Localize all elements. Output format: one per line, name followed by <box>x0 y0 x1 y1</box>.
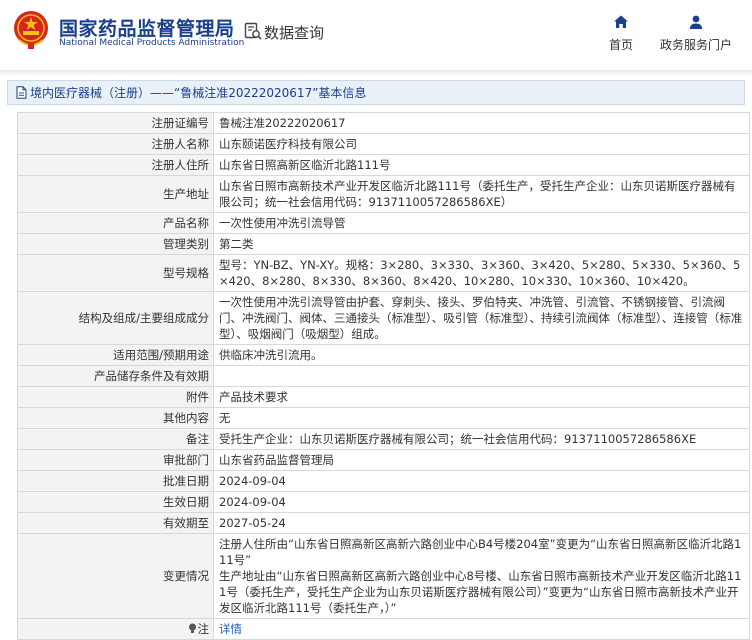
table-row: 附件 产品技术要求 <box>17 386 750 408</box>
table-row: 审批部门 山东省药品监督管理局 <box>17 449 750 471</box>
table-row: 注 详情 <box>17 618 750 640</box>
field-label: 变更情况 <box>17 533 214 619</box>
field-label: 结构及组成/主要组成成分 <box>17 291 214 345</box>
field-value: 一次性使用冲洗引流导管 <box>213 212 750 234</box>
change-history-value: 注册人住所由“山东省日照高新区高新六路创业中心B4号楼204室”变更为“山东省日… <box>213 533 750 619</box>
field-value: 2027-05-24 <box>213 512 750 534</box>
table-row: 批准日期 2024-09-04 <box>17 470 750 492</box>
table-row: 注册人名称 山东颐诺医疗科技有限公司 <box>17 133 750 155</box>
table-row: 生产地址 山东省日照市高新技术产业开发区临沂北路111号（委托生产，受托生产企业… <box>17 175 750 213</box>
field-value: 供临床冲洗引流用。 <box>213 344 750 366</box>
table-row: 产品储存条件及有效期 <box>17 365 750 387</box>
field-value: 产品技术要求 <box>213 386 750 408</box>
field-value: 2024-09-04 <box>213 491 750 513</box>
table-row: 管理类别 第二类 <box>17 233 750 255</box>
field-value: 第二类 <box>213 233 750 255</box>
field-label: 产品名称 <box>17 212 214 234</box>
table-row: 备注 受托生产企业：山东贝诺斯医疗器械有限公司；统一社会信用代码：9137110… <box>17 428 750 450</box>
field-label: 有效期至 <box>17 512 214 534</box>
field-value: 2024-09-04 <box>213 470 750 492</box>
field-label: 附件 <box>17 386 214 408</box>
field-label: 注册证编号 <box>17 112 214 134</box>
registration-detail-table: 注册证编号 鲁械注准20222020617 注册人名称 山东颐诺医疗科技有限公司… <box>17 112 750 640</box>
field-label: 审批部门 <box>17 449 214 471</box>
field-label: 产品储存条件及有效期 <box>17 365 214 387</box>
field-label: 适用范围/预期用途 <box>17 344 214 366</box>
national-emblem-icon <box>14 11 48 49</box>
table-row: 生效日期 2024-09-04 <box>17 491 750 513</box>
field-value: 型号：YN-BZ、YN-XY。规格：3×280、3×330、3×360、3×42… <box>213 254 750 292</box>
table-row: 产品名称 一次性使用冲洗引流导管 <box>17 212 750 234</box>
field-value: 山东省药品监督管理局 <box>213 449 750 471</box>
table-row: 结构及组成/主要组成成分 一次性使用冲洗引流导管由护套、穿刺头、接头、罗伯特夹、… <box>17 291 750 345</box>
field-label: 其他内容 <box>17 407 214 429</box>
table-row: 其他内容 无 <box>17 407 750 429</box>
field-value: 山东颐诺医疗科技有限公司 <box>213 133 750 155</box>
field-value: 详情 <box>213 618 750 640</box>
table-row: 注册证编号 鲁械注准20222020617 <box>17 112 750 134</box>
field-value <box>213 365 750 387</box>
header-divider <box>0 70 752 76</box>
table-row: 有效期至 2027-05-24 <box>17 512 750 534</box>
field-label: 批准日期 <box>17 470 214 492</box>
user-icon <box>689 15 703 29</box>
home-icon <box>614 15 628 28</box>
field-label: 备注 <box>17 428 214 450</box>
nav-home[interactable]: 首页 <box>604 14 638 53</box>
document-icon <box>16 86 27 99</box>
breadcrumb-text: 境内医疗器械（注册）——“鲁械注准20222020617”基本信息 <box>30 86 367 100</box>
details-link[interactable]: 详情 <box>219 622 242 636</box>
table-row: 变更情况 注册人住所由“山东省日照高新区高新六路创业中心B4号楼204室”变更为… <box>17 533 750 619</box>
field-label: 型号规格 <box>17 254 214 292</box>
field-label: 注册人住所 <box>17 154 214 176</box>
note-label: 注 <box>197 622 210 636</box>
table-row: 型号规格 型号：YN-BZ、YN-XY。规格：3×280、3×330、3×360… <box>17 254 750 292</box>
field-label: 生产地址 <box>17 175 214 213</box>
nav-gov-service[interactable]: 政务服务门户 <box>656 14 736 53</box>
table-row: 注册人住所 山东省日照高新区临沂北路111号 <box>17 154 750 176</box>
nav-home-label: 首页 <box>608 38 633 52</box>
field-value: 鲁械注准20222020617 <box>213 112 750 134</box>
field-value: 一次性使用冲洗引流导管由护套、穿刺头、接头、罗伯特夹、冲洗管、引流管、不锈钢接管… <box>213 291 750 345</box>
field-value: 山东省日照高新区临沂北路111号 <box>213 154 750 176</box>
table-row: 适用范围/预期用途 供临床冲洗引流用。 <box>17 344 750 366</box>
data-query-label[interactable]: 数据查询 <box>264 22 324 43</box>
site-title-cn: 国家药品监督管理局 <box>59 18 235 40</box>
field-value: 受托生产企业：山东贝诺斯医疗器械有限公司；统一社会信用代码：9137110057… <box>213 428 750 450</box>
site-title-en: National Medical Products Administration <box>59 38 245 48</box>
data-query-icon <box>244 22 262 40</box>
field-label: 注册人名称 <box>17 133 214 155</box>
field-value: 无 <box>213 407 750 429</box>
lightbulb-icon <box>188 623 196 633</box>
nav-gov-service-label: 政务服务门户 <box>659 38 732 52</box>
field-label: 注 <box>17 618 214 640</box>
breadcrumb: 境内医疗器械（注册）——“鲁械注准20222020617”基本信息 <box>7 80 745 105</box>
site-header: 国家药品监督管理局 National Medical Products Admi… <box>0 0 752 72</box>
field-label: 管理类别 <box>17 233 214 255</box>
field-label: 生效日期 <box>17 491 214 513</box>
field-value: 山东省日照市高新技术产业开发区临沂北路111号（委托生产，受托生产企业：山东贝诺… <box>213 175 750 213</box>
